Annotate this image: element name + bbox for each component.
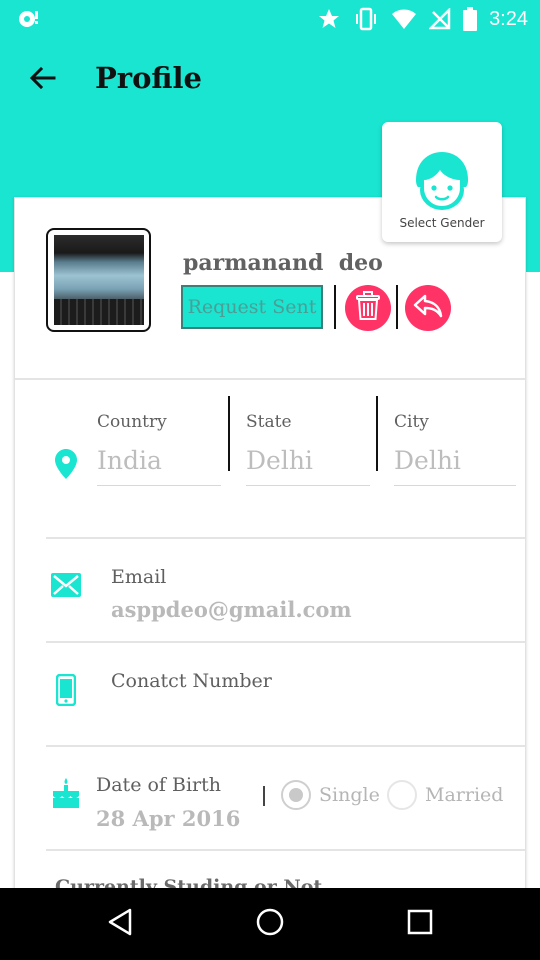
battery-icon	[463, 7, 478, 31]
reply-button[interactable]	[405, 285, 451, 331]
vibrate-icon	[353, 7, 379, 31]
phone-icon	[55, 673, 77, 710]
reply-icon	[413, 293, 443, 323]
state-field: State Delhi	[246, 412, 370, 486]
profile-photo	[53, 235, 144, 325]
action-separator	[334, 285, 336, 329]
radio-married-circle[interactable]	[387, 780, 417, 810]
arrow-left-icon	[28, 66, 56, 94]
radio-married[interactable]: Married	[387, 780, 503, 810]
nav-back-button[interactable]	[100, 904, 140, 944]
app-bar: Profile	[0, 38, 540, 122]
navigation-bar	[0, 888, 540, 960]
country-input[interactable]: India	[97, 446, 221, 486]
select-gender-button[interactable]: Select Gender	[382, 122, 502, 242]
notification-icon	[16, 8, 40, 30]
nav-home-button[interactable]	[250, 904, 290, 944]
city-label: City	[394, 412, 429, 432]
back-button[interactable]	[22, 60, 62, 100]
cake-icon	[50, 777, 82, 813]
section-divider	[46, 641, 525, 643]
location-pin-icon	[54, 448, 78, 480]
back-triangle-icon	[106, 907, 134, 941]
trash-icon	[355, 291, 381, 325]
recents-square-icon	[406, 908, 434, 940]
dob-value[interactable]: 28 Apr 2016	[96, 806, 240, 831]
email-value[interactable]: asppdeo@gmail.com	[111, 597, 352, 622]
radio-single[interactable]: Single	[281, 780, 380, 810]
country-label: Country	[97, 412, 167, 432]
dob-label: Date of Birth	[96, 774, 221, 796]
email-label: Email	[111, 566, 167, 588]
section-divider	[46, 537, 525, 539]
city-input[interactable]: Delhi	[394, 446, 516, 486]
profile-avatar[interactable]	[46, 228, 151, 332]
section-divider	[46, 745, 525, 747]
section-divider	[46, 849, 525, 851]
state-label: State	[246, 412, 292, 432]
select-gender-label: Select Gender	[399, 216, 485, 230]
city-field: City Delhi	[394, 412, 516, 486]
radio-single-circle[interactable]	[281, 780, 311, 810]
wifi-icon	[391, 8, 417, 30]
status-time: 3:24	[489, 7, 528, 30]
email-icon	[51, 573, 81, 601]
dob-separator	[263, 786, 265, 806]
state-input[interactable]: Delhi	[246, 446, 370, 486]
boy-face-icon	[410, 150, 474, 214]
page-title: Profile	[95, 61, 202, 95]
home-circle-icon	[255, 907, 285, 941]
radio-married-label: Married	[425, 784, 504, 806]
status-bar: 3:24	[0, 0, 540, 38]
nav-recents-button[interactable]	[400, 904, 440, 944]
no-signal-icon	[429, 8, 451, 30]
column-separator	[228, 396, 230, 471]
delete-button[interactable]	[345, 285, 391, 331]
request-sent-button[interactable]: Request Sent	[181, 285, 323, 329]
column-separator	[376, 396, 378, 471]
action-separator	[396, 285, 398, 329]
section-divider	[15, 378, 525, 380]
radio-single-label: Single	[319, 784, 380, 806]
country-field: Country India	[97, 412, 221, 486]
contact-label[interactable]: Conatct Number	[111, 670, 272, 692]
star-icon	[317, 7, 341, 31]
user-name: parmanand deo	[183, 250, 383, 276]
